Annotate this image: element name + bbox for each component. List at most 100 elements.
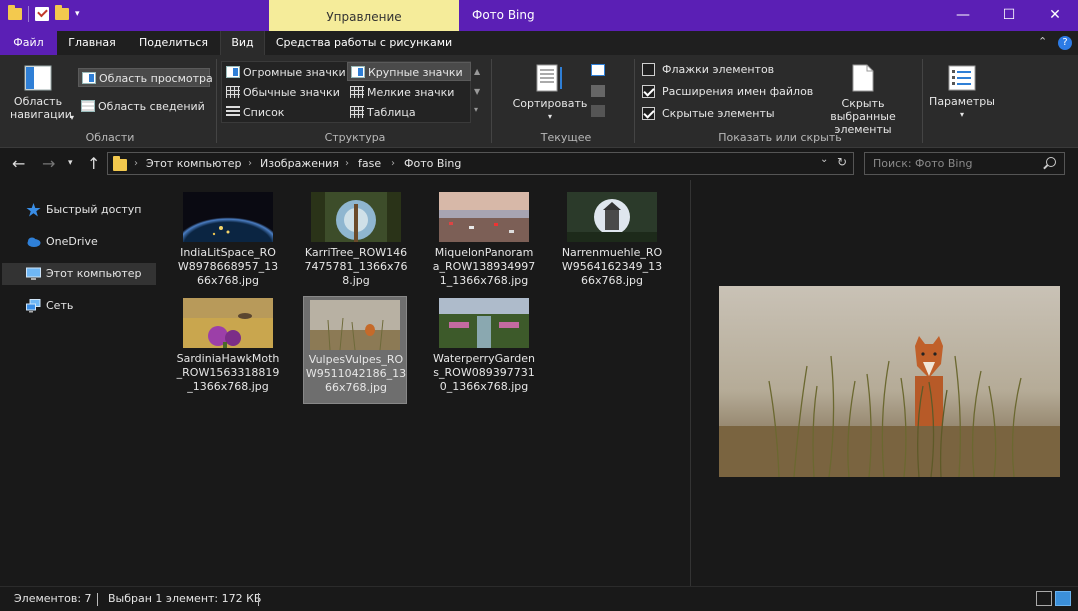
selection-info: Выбран 1 элемент: 172 КБ <box>108 592 262 605</box>
hide-selected-button[interactable]: Скрыть выбранные элементы <box>808 63 918 136</box>
forward-arrow-icon[interactable]: → <box>42 154 55 173</box>
breadcrumb-fase[interactable]: fase <box>358 153 381 174</box>
layout-small-icons[interactable]: Мелкие значки <box>347 83 471 102</box>
nav-label: Этот компьютер <box>46 267 142 280</box>
nav-item-network[interactable]: Сеть <box>2 295 156 317</box>
nav-item-this-pc[interactable]: Этот компьютер <box>2 263 156 285</box>
details-pane-icon <box>81 100 95 112</box>
breadcrumb-this-pc[interactable]: Этот компьютер <box>146 153 242 174</box>
extra-large-icons-icon <box>226 66 240 78</box>
panes-group-label: Области <box>85 131 135 144</box>
small-icons-icon <box>350 86 364 98</box>
file-name: MiquelonPanorama_ROW1389349971_1366x768.… <box>432 246 536 287</box>
search-input[interactable]: Поиск: Фото Bing <box>864 152 1065 175</box>
ribbon: Область навигации ▾ Область просмотра Об… <box>0 55 1078 157</box>
thumbnail-image <box>439 298 529 348</box>
address-dropdown-icon[interactable]: ⌄ <box>820 154 828 165</box>
up-arrow-icon[interactable]: ↑ <box>87 154 100 173</box>
navigation-pane-label: Область навигации <box>10 95 72 121</box>
gallery-expand-icon[interactable]: ▾ <box>474 105 478 114</box>
preview-pane-icon <box>82 72 96 84</box>
close-button[interactable]: ✕ <box>1032 0 1078 31</box>
status-bar: Элементов: 7 Выбран 1 элемент: 172 КБ <box>0 586 1078 611</box>
large-icons-view-icon[interactable] <box>1055 591 1071 606</box>
quick-access-toolbar: ▾ <box>8 5 80 22</box>
back-arrow-icon[interactable]: ← <box>12 154 25 173</box>
file-item[interactable]: MiquelonPanorama_ROW1389349971_1366x768.… <box>432 190 536 298</box>
thumbnail-image <box>310 300 400 350</box>
layout-details[interactable]: Таблица <box>347 103 471 122</box>
layout-label: Обычные значки <box>243 86 340 99</box>
file-item[interactable]: IndiaLitSpace_ROW8978668957_1366x768.jpg <box>176 190 280 298</box>
gallery-scroll-down-icon[interactable]: ▼ <box>474 87 480 96</box>
nav-item-quick-access[interactable]: Быстрый доступ <box>2 199 156 221</box>
file-item-selected[interactable]: VulpesVulpes_ROW9511042186_1366x768.jpg <box>303 296 407 404</box>
item-checkboxes-toggle[interactable]: Флажки элементов <box>642 61 774 79</box>
refresh-icon[interactable]: ↻ <box>837 155 847 169</box>
file-item[interactable]: Narrenmuehle_ROW9564162349_1366x768.jpg <box>560 190 664 298</box>
computer-icon <box>26 267 41 280</box>
new-folder-icon[interactable] <box>55 5 69 20</box>
list-icon <box>226 106 240 118</box>
thumbnail-image <box>183 192 273 242</box>
address-bar-row: ← → ▾ ↑ › Этот компьютер › Изображения ›… <box>0 148 1078 180</box>
breadcrumb-pictures[interactable]: Изображения <box>260 153 339 174</box>
large-icons-icon <box>351 66 365 78</box>
sort-by-button[interactable]: Сортировать ▾ <box>510 63 590 123</box>
navigation-pane-button[interactable]: Область навигации ▾ <box>6 65 74 122</box>
group-by-icon[interactable] <box>591 64 605 76</box>
nav-label: Быстрый доступ <box>46 203 142 216</box>
gallery-scroll-up-icon[interactable]: ▲ <box>474 67 480 76</box>
preview-pane-divider[interactable] <box>690 180 691 586</box>
maximize-button[interactable]: ☐ <box>986 0 1032 31</box>
chevron-down-icon: ▾ <box>547 112 552 121</box>
tab-home[interactable]: Главная <box>57 31 127 55</box>
layout-extra-large-icons[interactable]: Огромные значки <box>223 63 347 82</box>
size-columns-icon <box>591 105 605 117</box>
file-item[interactable]: KarriTree_ROW1467475781_1366x768.jpg <box>304 190 408 298</box>
address-input[interactable]: › Этот компьютер › Изображения › fase › … <box>107 152 854 175</box>
tab-picture-tools[interactable]: Средства работы с рисунками <box>269 31 459 55</box>
checkbox[interactable] <box>642 63 655 76</box>
customize-toolbar-icon[interactable]: ▾ <box>75 9 80 19</box>
recent-locations-icon[interactable]: ▾ <box>68 158 73 168</box>
checkbox[interactable] <box>642 107 655 120</box>
search-placeholder: Поиск: Фото Bing <box>873 157 973 170</box>
options-button[interactable]: Параметры ▾ <box>928 65 996 121</box>
collapse-ribbon-icon[interactable]: ⌃ <box>1038 35 1047 48</box>
layout-label: Таблица <box>367 106 416 119</box>
preview-pane-button[interactable]: Область просмотра <box>78 68 213 87</box>
breadcrumb-separator: › <box>248 158 252 169</box>
layout-list[interactable]: Список <box>223 103 347 122</box>
tab-share[interactable]: Поделиться <box>127 31 220 55</box>
manage-context-header[interactable]: Управление <box>269 0 459 31</box>
breadcrumb-current[interactable]: Фото Bing <box>404 153 461 174</box>
minimize-button[interactable]: — <box>940 0 986 31</box>
hidden-items-toggle[interactable]: Скрытые элементы <box>642 105 775 123</box>
breadcrumb-separator: › <box>391 158 395 169</box>
options-label: Параметры <box>929 95 995 108</box>
properties-icon[interactable] <box>35 7 49 21</box>
details-view-icon[interactable] <box>1036 591 1052 606</box>
layout-medium-icons[interactable]: Обычные значки <box>223 83 347 102</box>
nav-label: Сеть <box>46 299 74 312</box>
help-icon[interactable]: ? <box>1058 36 1072 50</box>
checkbox-label: Скрытые элементы <box>662 107 775 120</box>
layout-label: Список <box>243 106 285 119</box>
divider <box>922 59 923 143</box>
file-item[interactable]: SardiniaHawkMoth_ROW1563318819_1366x768.… <box>176 296 280 404</box>
details-pane-label: Область сведений <box>98 100 205 113</box>
file-name: SardiniaHawkMoth_ROW1563318819_1366x768.… <box>176 352 280 393</box>
tab-view[interactable]: Вид <box>220 31 265 55</box>
details-pane-button[interactable]: Область сведений <box>78 97 211 116</box>
window-title: Фото Bing <box>472 8 535 22</box>
layout-large-icons[interactable]: Крупные значки <box>347 62 471 81</box>
add-columns-icon <box>591 85 605 97</box>
nav-item-onedrive[interactable]: OneDrive <box>2 231 156 253</box>
file-item[interactable]: WaterperryGardens_ROW0893977310_1366x768… <box>432 296 536 404</box>
cloud-icon <box>27 237 41 247</box>
checkbox[interactable] <box>642 85 655 98</box>
thumbnail-image <box>439 192 529 242</box>
file-extensions-toggle[interactable]: Расширения имен файлов <box>642 83 813 101</box>
ribbon-tabs: Файл Главная Поделиться Вид Средства раб… <box>0 31 1078 139</box>
